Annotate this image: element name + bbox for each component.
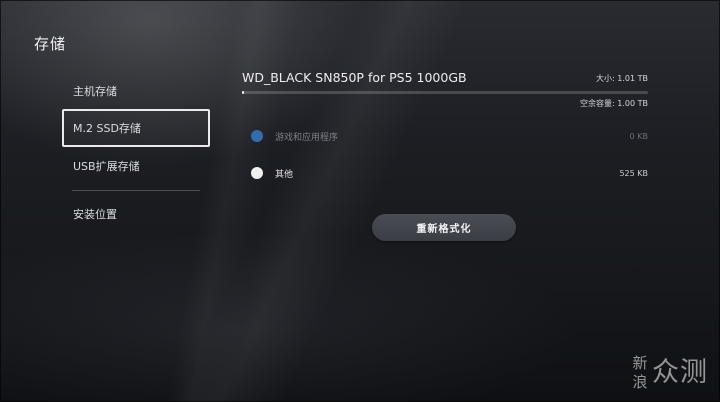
sidebar-item-usb-extended-storage[interactable]: USB扩展存储: [62, 147, 210, 185]
device-name: WD_BLACK SN850P for PS5 1000GB: [242, 70, 467, 85]
sidebar-divider: [72, 190, 200, 191]
games-apps-color-dot: [251, 130, 263, 142]
sidebar-item-label: M.2 SSD存储: [73, 122, 141, 135]
sidebar-item-label: 主机存储: [73, 85, 117, 98]
storage-usage-fill: [242, 91, 245, 94]
device-free-label: 空余容量: 1.00 TB: [580, 99, 648, 108]
sidebar-item-console-storage[interactable]: 主机存储: [62, 72, 210, 110]
usage-label: 其他: [275, 169, 294, 180]
usage-value: 0 KB: [629, 131, 648, 141]
usage-label: 游戏和应用程序: [275, 132, 339, 143]
storage-usage-bar: [242, 91, 648, 94]
sidebar-item-m2-ssd-storage[interactable]: M.2 SSD存储: [62, 109, 210, 147]
sidebar-item-label: 安装位置: [73, 208, 117, 221]
usage-row-games-apps[interactable]: 游戏和应用程序 0 KB: [251, 128, 648, 144]
usage-row-other[interactable]: 其他 525 KB: [251, 165, 648, 181]
reformat-button[interactable]: 重新格式化: [372, 214, 516, 241]
watermark-logo: 新 浪 众测: [630, 354, 710, 394]
device-size-label: 大小: 1.01 TB: [596, 74, 648, 83]
usage-value: 525 KB: [619, 168, 648, 178]
watermark-big-text: 众测: [652, 357, 708, 388]
sidebar-item-label: USB扩展存储: [73, 160, 140, 173]
other-color-dot: [251, 167, 263, 179]
sidebar-item-install-location[interactable]: 安装位置: [62, 195, 210, 233]
watermark-small-text: 新 浪: [632, 354, 648, 391]
page-title: 存储: [34, 35, 67, 53]
